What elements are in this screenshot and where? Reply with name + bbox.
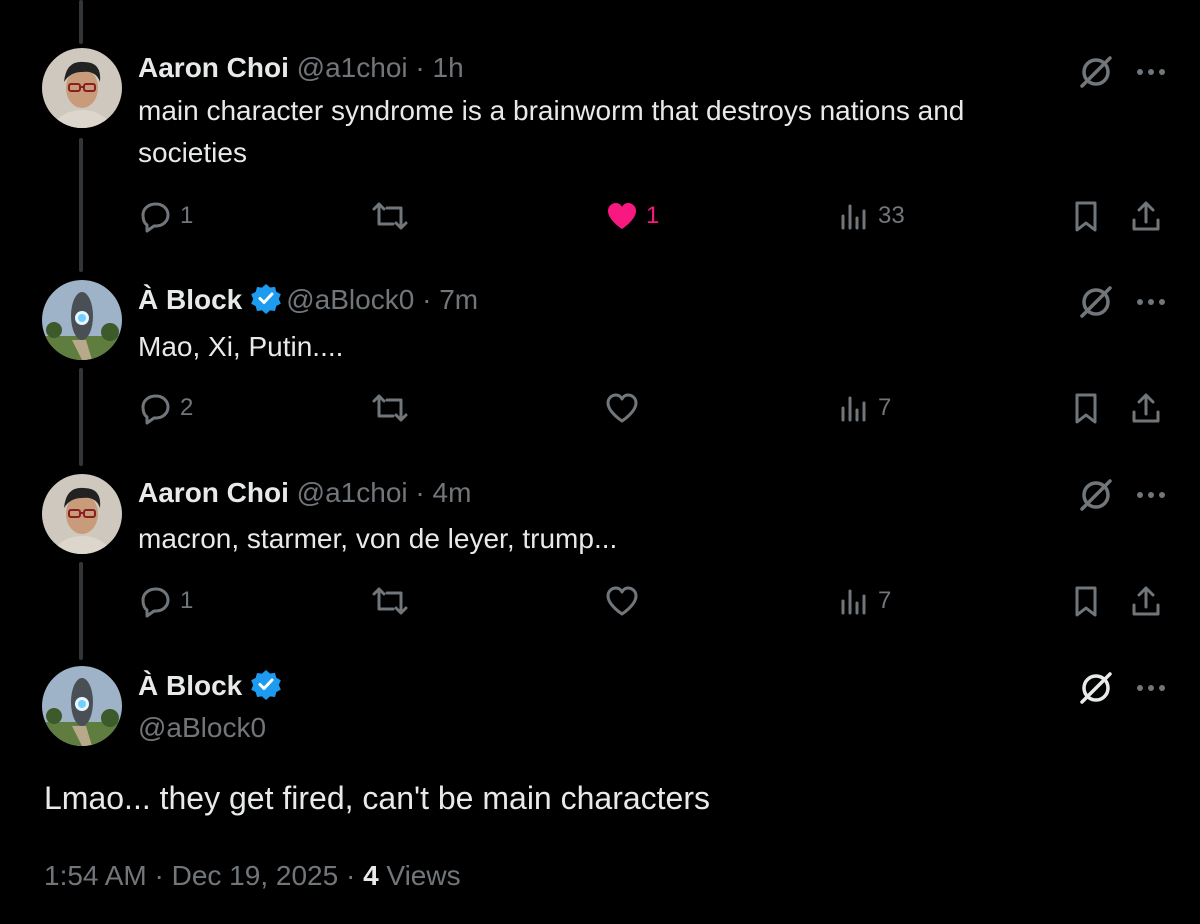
views-count: 7 [878,394,892,421]
tweet-timestamp[interactable]: 1:54 AM · Dec 19, 2025 · [44,860,363,891]
reply-icon [141,394,170,425]
tweet-time[interactable]: 4m [433,477,472,508]
tweet-top-icons [1076,668,1176,708]
bookmark-button[interactable] [1068,196,1104,236]
author-handle[interactable]: @a1choi [297,52,408,83]
thread-line [79,562,83,660]
like-icon [608,203,636,229]
retweet-icon [372,202,408,230]
share-icon [1132,393,1160,423]
retweet-button[interactable] [370,581,410,621]
retweet-button[interactable] [370,388,410,428]
avatar[interactable] [42,666,122,746]
bookmark-button[interactable] [1068,388,1104,428]
more-icon[interactable] [1134,58,1168,91]
views-button[interactable]: 33 [836,196,905,236]
grok-icon[interactable] [1076,475,1116,520]
author-handle[interactable]: @aBlock0 [286,284,414,315]
reply-count: 1 [180,202,194,229]
views-count: 7 [878,587,892,614]
views-label: Views [378,860,461,891]
verified-badge-icon [251,670,282,700]
author-name[interactable]: Aaron Choi [138,52,289,83]
reply-button[interactable]: 1 [138,196,193,236]
separator: · [415,477,425,508]
like-button[interactable] [604,581,640,621]
tweet-top-icons [1076,282,1176,322]
grok-icon[interactable] [1076,52,1116,97]
views-button[interactable]: 7 [836,581,891,621]
main-tweet-author: À Block [138,668,286,704]
author-handle[interactable]: @a1choi [297,477,408,508]
like-count: 1 [646,202,660,229]
more-icon[interactable] [1134,288,1168,321]
bookmark-icon [1075,201,1097,232]
reply-icon [141,202,170,233]
verified-badge-icon [251,284,282,314]
retweet-icon [372,394,408,422]
tweet-actions: 1 7 [138,581,1178,621]
share-icon [1132,586,1160,616]
main-tweet-handle: @aBlock0 [138,710,266,746]
grok-icon[interactable] [1076,668,1116,713]
reply-icon [141,587,170,618]
main-tweet-text: Lmao... they get fired, can't be main ch… [44,780,710,816]
author-handle[interactable]: @aBlock0 [138,712,266,743]
avatar[interactable] [42,280,122,360]
more-icon[interactable] [1134,481,1168,514]
reply-button[interactable]: 2 [138,388,193,428]
tweet-actions: 1 1 33 [138,196,1178,236]
views-icon [841,589,866,615]
bookmark-button[interactable] [1068,581,1104,621]
views-button[interactable]: 7 [836,388,891,428]
more-icon[interactable] [1134,674,1168,707]
bookmark-icon [1075,393,1097,424]
thread-line [79,368,83,466]
views-icon [841,204,866,230]
retweet-icon [372,587,408,615]
tweet-actions: 2 7 [138,388,1178,428]
author-name[interactable]: Aaron Choi [138,477,289,508]
tweet-header: À Block @aBlock0 · 7m [138,282,478,318]
tweet-text: main character syndrome is a brainworm t… [138,95,965,168]
tweet-metadata: 1:54 AM · Dec 19, 2025 · 4 Views [44,856,461,896]
avatar[interactable] [42,474,122,554]
like-icon [606,393,638,423]
bookmark-icon [1075,586,1097,617]
author-name[interactable]: À Block [138,670,242,701]
avatar[interactable] [42,48,122,128]
tweet-header: Aaron Choi @a1choi · 1h [138,50,464,86]
tweet-text: Mao, Xi, Putin.... [138,331,344,362]
tweet-text: macron, starmer, von de leyer, trump... [138,523,618,554]
tweet-time[interactable]: 1h [433,52,464,83]
like-button[interactable]: 1 [604,196,659,236]
author-name[interactable]: À Block [138,284,242,315]
views-count: 33 [878,202,905,229]
like-button[interactable] [604,388,640,428]
thread-line [79,138,83,272]
reply-button[interactable]: 1 [138,581,193,621]
reply-count: 1 [180,587,194,614]
grok-icon[interactable] [1076,282,1116,327]
share-button[interactable] [1128,581,1164,621]
tweet-top-icons [1076,475,1176,515]
tweet-header: Aaron Choi @a1choi · 4m [138,475,471,511]
tweet-top-icons [1076,52,1176,92]
retweet-button[interactable] [370,196,410,236]
share-button[interactable] [1128,388,1164,428]
share-button[interactable] [1128,196,1164,236]
tweet-time[interactable]: 7m [439,284,478,315]
like-icon [606,586,638,616]
separator: · [422,284,432,315]
share-icon [1132,201,1160,231]
separator: · [415,52,425,83]
views-icon [841,396,866,422]
thread-line [79,0,83,44]
view-count: 4 [363,860,379,891]
reply-count: 2 [180,394,194,421]
